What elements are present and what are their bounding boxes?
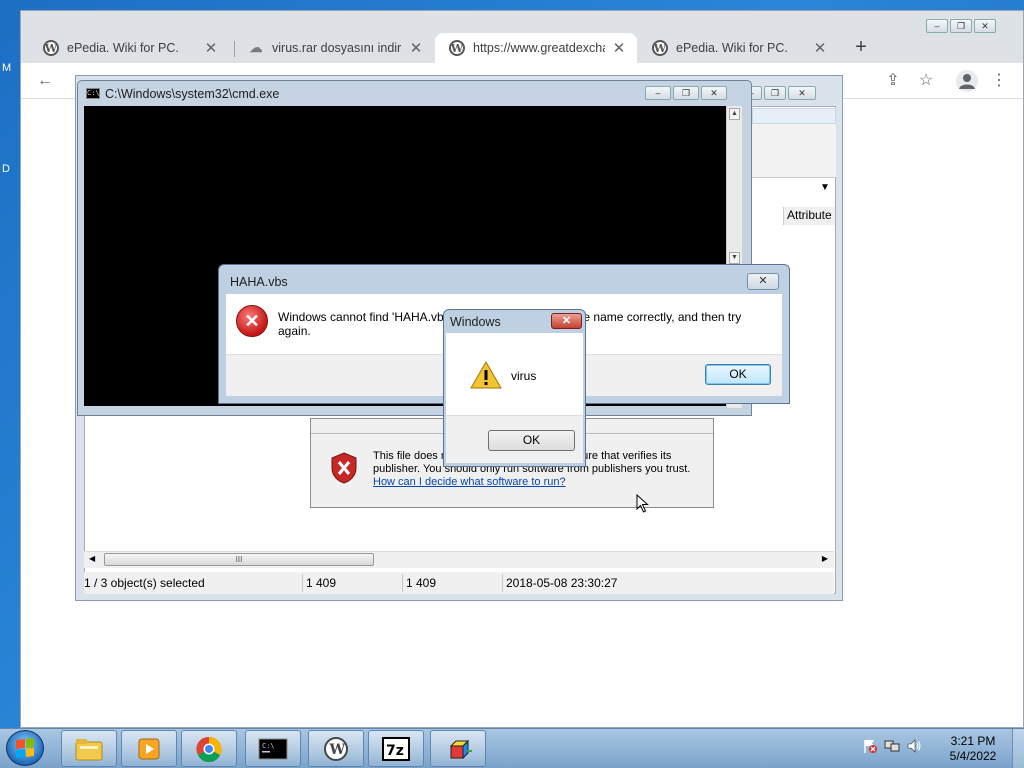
close-tab-icon[interactable]: ✕: [812, 39, 828, 57]
mouse-pointer-icon: [636, 494, 649, 513]
status-packed-size: 1 409: [406, 576, 437, 590]
desktop-icon-label-fragment: M: [2, 62, 12, 74]
tab-title: ePedia. Wiki for PC.: [67, 41, 179, 55]
minimize-button[interactable]: –: [645, 86, 671, 100]
desktop-icon-label-fragment-2: D: [2, 163, 10, 175]
close-dialog-button[interactable]: ✕: [551, 313, 582, 329]
kebab-menu-icon[interactable]: ⋮: [989, 71, 1009, 91]
wordpress-icon: W: [449, 40, 465, 56]
system-tray: [862, 738, 922, 754]
windows-logo-icon: [16, 738, 34, 758]
close-window-button[interactable]: ✕: [701, 86, 727, 100]
wordpress-icon: W: [652, 40, 668, 56]
network-icon[interactable]: [884, 738, 900, 754]
close-tab-icon[interactable]: ✕: [611, 39, 627, 57]
show-desktop-button[interactable]: [1012, 729, 1024, 768]
maximize-button[interactable]: ❐: [673, 86, 699, 100]
chrome-icon: [196, 736, 222, 762]
cmd-icon: C:\: [86, 88, 100, 99]
column-header-attributes[interactable]: Attribute: [783, 207, 835, 225]
scroll-up-icon[interactable]: ▲: [729, 108, 740, 120]
close-dialog-button[interactable]: ✕: [747, 273, 779, 290]
close-window-button[interactable]: ✕: [974, 19, 996, 33]
action-center-flag-icon[interactable]: [862, 738, 878, 754]
maximize-button[interactable]: ❐: [764, 86, 786, 100]
back-arrow-icon[interactable]: ←: [35, 71, 55, 91]
7zip-icon: 7z: [382, 737, 410, 761]
tab-epedia-1[interactable]: W ePedia. Wiki for PC. ✕: [29, 33, 229, 63]
chrome-window-controls: – ❐ ✕: [926, 19, 998, 33]
taskbar-app[interactable]: [430, 730, 486, 767]
status-modified: 2018-05-08 23:30:27: [506, 576, 618, 590]
taskbar-clock[interactable]: 3:21 PM 5/4/2022: [938, 734, 1008, 764]
new-tab-button[interactable]: +: [849, 35, 873, 59]
wordpress-icon: W: [324, 737, 348, 761]
taskbar-wordpress[interactable]: W: [308, 730, 364, 767]
scroll-right-icon[interactable]: ▶: [822, 554, 828, 563]
warning-icon: [470, 361, 502, 389]
media-player-icon: [138, 738, 160, 760]
cmd-window-title: C:\Windows\system32\cmd.exe: [105, 87, 280, 101]
minimize-button[interactable]: –: [926, 19, 948, 33]
wordpress-icon: W: [43, 40, 59, 56]
status-size: 1 409: [306, 576, 337, 590]
tab-epedia-2[interactable]: W ePedia. Wiki for PC. ✕: [638, 33, 838, 63]
taskbar-7zip[interactable]: 7z: [368, 730, 424, 767]
svg-text:7z: 7z: [386, 743, 404, 759]
taskbar-cmd[interactable]: C:\: [245, 730, 301, 767]
scrollbar-thumb[interactable]: III: [104, 553, 374, 566]
close-tab-icon[interactable]: ✕: [203, 39, 219, 57]
tab-virus-rar[interactable]: ☁ virus.rar dosyasını indir - ✕: [234, 33, 434, 63]
ok-button[interactable]: OK: [488, 430, 575, 451]
dropdown-arrow-icon[interactable]: ▼: [820, 182, 830, 193]
cloud-icon: ☁: [249, 40, 263, 56]
dialog-title: HAHA.vbs: [230, 275, 288, 289]
volume-icon[interactable]: [906, 738, 922, 754]
clock-time: 3:21 PM: [950, 734, 996, 748]
tab-title: virus.rar dosyasını indir -: [272, 41, 402, 55]
bookmark-star-icon[interactable]: ☆: [916, 71, 936, 91]
tab-title: ePedia. Wiki for PC.: [676, 41, 788, 55]
clock-date: 5/4/2022: [949, 749, 997, 763]
close-window-button[interactable]: ✕: [788, 86, 816, 100]
maximize-button[interactable]: ❐: [950, 19, 972, 33]
tab-greatdexchange[interactable]: W https://www.greatdexchar ✕: [435, 33, 637, 63]
taskbar-chrome[interactable]: [181, 730, 237, 767]
toolbar-area: [752, 124, 836, 178]
cmd-window-controls: – ❐ ✕: [645, 86, 729, 100]
scroll-down-icon[interactable]: ▼: [729, 252, 740, 264]
explorer-icon: [75, 739, 103, 761]
ok-button[interactable]: OK: [705, 364, 771, 385]
security-help-link[interactable]: How can I decide what software to run?: [373, 476, 566, 488]
profile-avatar-icon[interactable]: [956, 70, 978, 92]
taskbar-media-player[interactable]: [121, 730, 177, 767]
dialog-title: Windows: [450, 315, 501, 329]
security-shield-icon: [331, 452, 357, 484]
status-selection: 1 / 3 object(s) selected: [84, 576, 205, 590]
close-tab-icon[interactable]: ✕: [408, 39, 424, 57]
taskbar-explorer[interactable]: [61, 730, 117, 767]
app-cube-icon: [449, 739, 472, 760]
tab-strip: W ePedia. Wiki for PC. ✕ ☁ virus.rar dos…: [21, 11, 1023, 63]
cmd-icon: C:\: [258, 738, 288, 760]
svg-text:C:\: C:\: [262, 742, 275, 750]
error-icon: ✕: [236, 305, 268, 337]
toolbar-strip: [752, 108, 836, 124]
scroll-left-icon[interactable]: ◀: [89, 554, 95, 563]
share-icon[interactable]: ⇪: [883, 71, 903, 91]
status-bar: 1 / 3 object(s) selected 1 409 1 409 201…: [84, 572, 834, 594]
tab-title: https://www.greatdexchar: [473, 41, 605, 55]
dialog-message: virus: [511, 369, 537, 383]
svg-text:W: W: [329, 742, 346, 758]
